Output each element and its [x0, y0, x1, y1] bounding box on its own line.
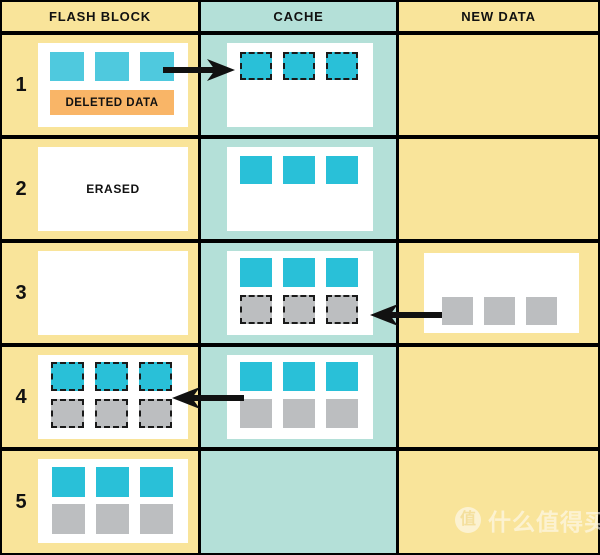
flash-invalid-block: [52, 504, 85, 534]
watermark-text: 什么值得买: [488, 509, 600, 535]
flash-valid-block-dashed: [95, 362, 128, 391]
flash-valid-block: [96, 467, 129, 497]
row-number-3: 3: [15, 281, 27, 304]
header-cell-cache: CACHE: [201, 2, 396, 31]
deleted-data-bar: DELETED DATA: [50, 90, 174, 115]
watermark: 值 什么值得买: [455, 503, 600, 537]
row-3-new-data-panel: [424, 253, 579, 333]
deleted-data-label: DELETED DATA: [65, 96, 159, 109]
new-data-block: [484, 297, 515, 325]
row-5-cache-cell: [201, 451, 396, 553]
row-2-cache-cell: [201, 139, 396, 239]
row-2-new-data-cell: [399, 139, 598, 239]
cache-invalid-block-dashed: [283, 295, 315, 324]
cache-valid-block-dashed: [283, 52, 315, 80]
row-1-new-data-cell: [399, 35, 598, 135]
header-cell-flash-block: FLASH BLOCK: [2, 2, 198, 31]
row-3-cache-cell: [201, 243, 396, 343]
flash-invalid-block: [96, 504, 129, 534]
row-3-flash-panel: [38, 251, 188, 335]
row-1-flash-panel: DELETED DATA: [38, 43, 188, 127]
arrow-right-flash-to-cache: [163, 59, 235, 81]
flash-invalid-block-dashed: [95, 399, 128, 428]
row-4-new-data-cell: [399, 347, 598, 447]
cache-valid-block-dashed: [326, 52, 358, 80]
row-5-flash-panel: [38, 459, 188, 543]
cache-invalid-block-dashed: [240, 295, 272, 324]
flash-valid-block: [50, 52, 84, 81]
cache-invalid-block: [326, 399, 358, 428]
arrow-left-cache-to-flash: [172, 387, 244, 409]
flash-valid-block: [140, 467, 173, 497]
cache-invalid-block-dashed: [326, 295, 358, 324]
row-1-cache-panel: [227, 43, 373, 127]
cache-valid-block: [240, 258, 272, 287]
cache-valid-block-dashed: [240, 52, 272, 80]
header-cell-new-data: NEW DATA: [399, 2, 598, 31]
flash-valid-block: [52, 467, 85, 497]
cache-invalid-block: [283, 399, 315, 428]
cache-valid-block: [283, 362, 315, 391]
row-2-cache-panel: [227, 147, 373, 231]
row-number-4: 4: [15, 385, 27, 408]
cache-valid-block: [240, 156, 272, 184]
cache-valid-block: [326, 362, 358, 391]
row-4-cache-panel: [227, 355, 373, 439]
row-5-new-data-cell: [399, 451, 598, 553]
flash-invalid-block-dashed: [51, 399, 84, 428]
arrow-left-new-data-to-cache: [370, 304, 442, 326]
cache-valid-block: [326, 156, 358, 184]
row-3-cache-panel: [227, 251, 373, 335]
cache-invalid-block: [240, 399, 272, 428]
flash-valid-block: [95, 52, 129, 81]
row-number-2: 2: [15, 177, 27, 200]
header-label-flash-block: FLASH BLOCK: [49, 9, 151, 24]
watermark-logo-icon: 值: [455, 507, 481, 533]
row-1-cache-cell: [201, 35, 396, 135]
cache-valid-block: [240, 362, 272, 391]
new-data-block: [526, 297, 557, 325]
row-3-new-data-cell: [399, 243, 598, 343]
header-label-cache: CACHE: [273, 9, 324, 24]
new-data-block: [442, 297, 473, 325]
flash-block-cache-diagram: FLASH BLOCK CACHE NEW DATA 1 DELETED DAT…: [0, 0, 600, 555]
row-number-5: 5: [15, 490, 27, 513]
row-3-flash-block-cell: 3: [2, 243, 198, 343]
row-5-flash-block-cell: 5: [2, 451, 198, 553]
cache-valid-block: [283, 156, 315, 184]
row-number-1: 1: [15, 73, 27, 96]
flash-invalid-block: [140, 504, 173, 534]
header-label-new-data: NEW DATA: [461, 9, 536, 24]
cache-valid-block: [283, 258, 315, 287]
row-1-flash-block-cell: 1 DELETED DATA: [2, 35, 198, 135]
row-2-flash-panel: ERASED: [38, 147, 188, 231]
row-4-flash-panel: [38, 355, 188, 439]
cache-valid-block: [326, 258, 358, 287]
flash-valid-block-dashed: [51, 362, 84, 391]
row-2-flash-block-cell: 2 ERASED: [2, 139, 198, 239]
erased-status-label: ERASED: [86, 182, 140, 196]
